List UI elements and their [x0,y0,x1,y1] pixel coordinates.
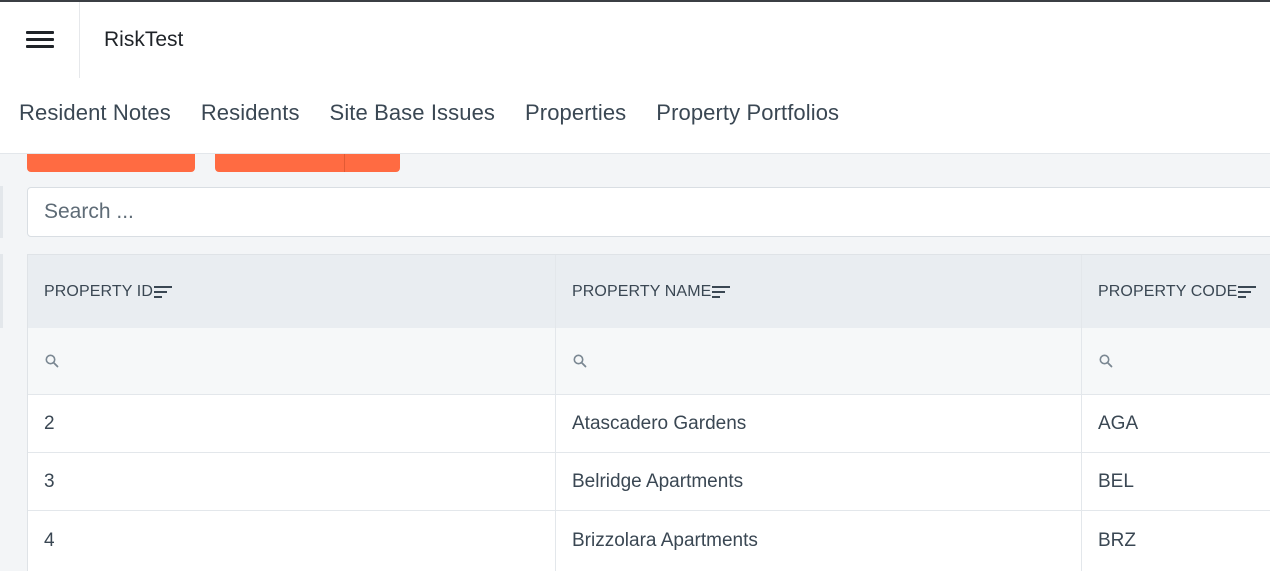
table-row[interactable]: 2 Atascadero Gardens AGA [28,395,1270,453]
table-row[interactable]: 4 Brizzolara Apartments BRZ [28,511,1270,571]
app-title: RiskTest [104,28,184,51]
filter-cell-property-id[interactable] [28,328,556,394]
column-header-property-name[interactable]: PROPERTY NAME [556,255,1082,328]
header-divider [79,2,80,78]
magnifier-icon [1099,354,1113,368]
left-edge-stub [0,186,3,238]
table-row[interactable]: 3 Belridge Apartments BEL [28,453,1270,511]
properties-table: PROPERTY ID PROPERTY NAME PROPERTY CODE [27,254,1270,571]
column-header-label: PROPERTY CODE [1098,282,1238,300]
main-nav: Resident Notes Residents Site Base Issue… [19,100,869,126]
magnifier-icon [573,354,587,368]
nav-item-residents[interactable]: Residents [201,100,300,126]
table-header-row: PROPERTY ID PROPERTY NAME PROPERTY CODE [28,255,1270,328]
cell-property-name: Brizzolara Apartments [556,511,1082,571]
cell-property-code: AGA [1098,412,1139,434]
left-edge-stub [0,254,3,328]
cell-property-name: Belridge Apartments [556,453,1082,510]
cell-property-code: BEL [1098,470,1134,492]
cell-property-code: BRZ [1098,530,1136,551]
magnifier-icon [45,354,59,368]
cell-property-name: Atascadero Gardens [556,395,1082,452]
column-header-property-id[interactable]: PROPERTY ID [28,255,556,328]
column-header-label: PROPERTY ID [44,282,153,300]
nav-item-resident-notes[interactable]: Resident Notes [19,100,171,126]
nav-item-property-portfolios[interactable]: Property Portfolios [656,100,839,126]
sort-icon[interactable] [1238,285,1257,298]
column-header-property-code[interactable]: PROPERTY CODE [1082,255,1270,328]
sort-icon[interactable] [712,285,731,298]
app-header: RiskTest Resident Notes Residents Site B… [0,2,1270,154]
search-input[interactable] [27,187,1270,237]
cell-property-id: 2 [28,395,556,452]
hamburger-menu-icon[interactable] [26,29,54,51]
table-filter-row [28,328,1270,395]
column-header-label: PROPERTY NAME [572,282,712,300]
nav-item-site-base-issues[interactable]: Site Base Issues [330,100,495,126]
nav-item-properties[interactable]: Properties [525,100,626,126]
filter-cell-property-code[interactable] [1082,328,1270,394]
cell-property-id: 4 [28,511,556,571]
sort-icon[interactable] [153,285,172,298]
cell-property-id: 3 [28,453,556,510]
filter-cell-property-name[interactable] [556,328,1082,394]
